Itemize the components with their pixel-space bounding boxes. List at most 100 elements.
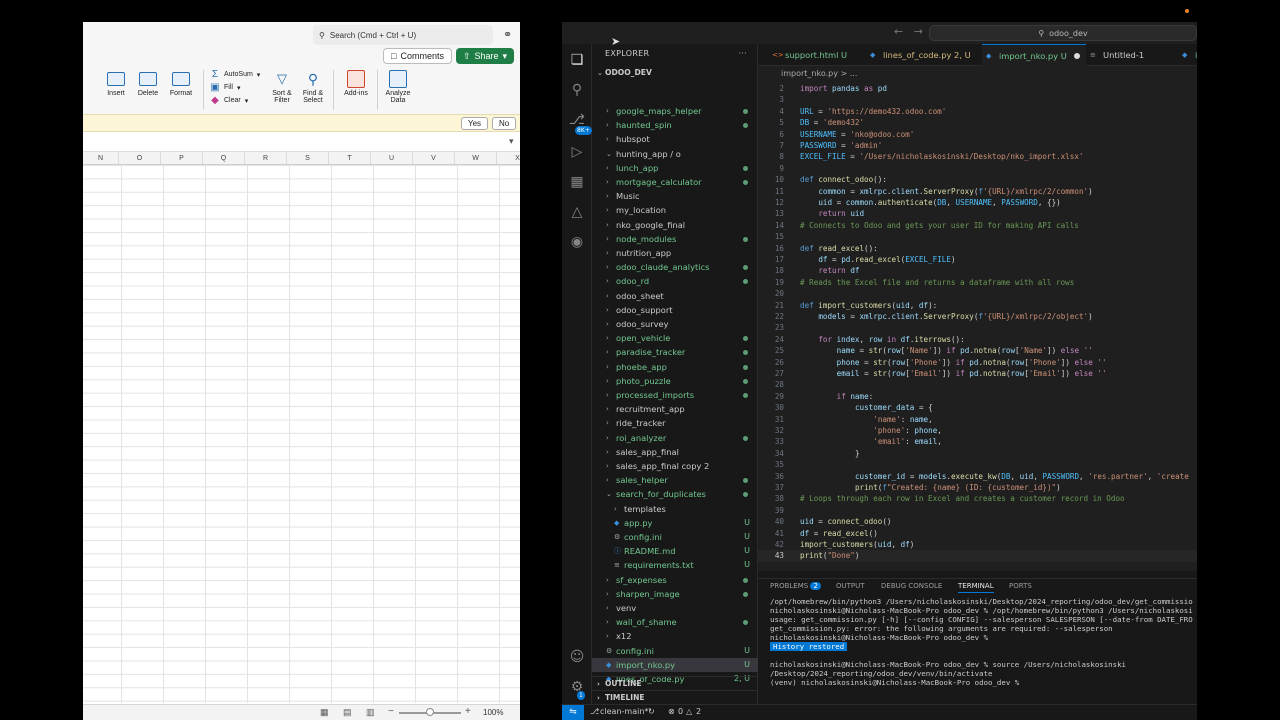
code-line[interactable]: 13 return uid: [758, 208, 1197, 219]
folder-item[interactable]: › mortgage_calculator: [592, 175, 758, 189]
folder-item[interactable]: › processed_imports: [592, 388, 758, 402]
code-line[interactable]: 28: [758, 379, 1197, 390]
sync-icon[interactable]: ↻: [648, 707, 655, 716]
folder-item[interactable]: › hubspot: [592, 132, 758, 146]
code-line[interactable]: 8 EXCEL_FILE = '/Users/nicholaskosinski/D…: [758, 151, 1197, 162]
code-line[interactable]: 17 df = pd.read_excel(EXCEL_FILE): [758, 254, 1197, 265]
column-header[interactable]: W: [455, 152, 497, 164]
extensions-icon[interactable]: ▦: [562, 174, 592, 190]
page-break-view-icon[interactable]: ▥: [366, 707, 375, 718]
zoom-slider-thumb[interactable]: [426, 708, 434, 716]
folder-item[interactable]: › roi_analyzer: [592, 431, 758, 445]
python-icon[interactable]: ◉: [562, 234, 592, 250]
code-line[interactable]: 21 def import_customers(uid, df):: [758, 300, 1197, 311]
code-line[interactable]: 29 if name:: [758, 391, 1197, 402]
code-line[interactable]: 42 import_customers(uid, df): [758, 539, 1197, 550]
timeline-section[interactable]: › TIMELINE: [592, 690, 758, 704]
code-line[interactable]: 11 common = xmlrpc.client.ServerProxy(f'…: [758, 186, 1197, 197]
error-count[interactable]: 0: [678, 707, 683, 716]
column-header[interactable]: S: [287, 152, 329, 164]
code-line[interactable]: 38 # Loops through each row in Excel and …: [758, 493, 1197, 504]
command-center[interactable]: ⚲ odoo_dev: [929, 25, 1197, 41]
folder-item[interactable]: › lunch_app: [592, 161, 758, 175]
folder-item[interactable]: › venv: [592, 601, 758, 615]
file-item[interactable]: ⓘ README.md U: [592, 544, 758, 558]
folder-item[interactable]: › sharpen_image: [592, 587, 758, 601]
folder-item[interactable]: › x12: [592, 629, 758, 643]
code-line[interactable]: 24 for index, row in df.iterrows():: [758, 334, 1197, 345]
terminal[interactable]: /opt/homebrew/bin/python3 /Users/nichola…: [758, 594, 1197, 704]
folder-item[interactable]: › haunted_spin: [592, 118, 758, 132]
yes-button[interactable]: Yes: [461, 117, 489, 130]
column-header[interactable]: U: [371, 152, 413, 164]
folder-item[interactable]: › odoo_survey: [592, 317, 758, 331]
file-item[interactable]: ⚙ config.ini U: [592, 530, 758, 544]
code-line[interactable]: 22 models = xmlrpc.client.ServerProxy(f'…: [758, 311, 1197, 322]
code-line[interactable]: 35: [758, 459, 1197, 470]
code-line[interactable]: 19 # Reads the Excel file and returns a d…: [758, 277, 1197, 288]
tab-problems[interactable]: PROBLEMS 2: [770, 582, 821, 590]
search-icon[interactable]: ⚲: [562, 82, 592, 98]
zoom-slider[interactable]: [399, 708, 461, 716]
tab-ports[interactable]: PORTS: [1009, 582, 1032, 590]
code-line[interactable]: 25 name = str(row['Name']) if pd.notna(r…: [758, 345, 1197, 356]
tab-output[interactable]: OUTPUT: [836, 582, 865, 590]
code-line[interactable]: 23: [758, 322, 1197, 333]
code-line[interactable]: 2 import pandas as pd: [758, 83, 1197, 94]
code-line[interactable]: 14 # Connects to Odoo and gets your user …: [758, 220, 1197, 231]
outline-section[interactable]: › OUTLINE: [592, 676, 758, 690]
breadcrumb[interactable]: import_nko.py > ...: [758, 66, 1197, 81]
delete-cells-button[interactable]: Delete: [133, 68, 163, 97]
zoom-level[interactable]: 100%: [483, 708, 503, 717]
code-line[interactable]: 5 DB = 'demo432': [758, 117, 1197, 128]
insert-cells-button[interactable]: Insert: [101, 68, 131, 97]
folder-item[interactable]: › photo_puzzle: [592, 374, 758, 388]
remote-icon[interactable]: ⇋: [562, 705, 584, 720]
branch-icon[interactable]: ⎇: [590, 707, 599, 716]
tab-editor-file[interactable]: ≡ Untitled-1: [1086, 44, 1178, 66]
tab-terminal[interactable]: TERMINAL: [958, 582, 994, 593]
folder-item[interactable]: › odoo_claude_analytics: [592, 260, 758, 274]
clear-button[interactable]: ◆ Clear ▾: [210, 94, 260, 107]
warning-count[interactable]: 2: [696, 707, 701, 716]
folder-item[interactable]: › nko_google_final: [592, 218, 758, 232]
excel-search-box[interactable]: ⚲ Search (Cmd + Ctrl + U): [313, 25, 493, 45]
fill-button[interactable]: ▣ Fill ▾: [210, 81, 260, 94]
code-line[interactable]: 27 email = str(row['Email']) if pd.notna…: [758, 368, 1197, 379]
tab-debug-console[interactable]: DEBUG CONSOLE: [881, 582, 942, 590]
autosum-button[interactable]: Σ AutoSum ▾: [210, 68, 260, 81]
folder-item[interactable]: › wall_of_shame: [592, 615, 758, 629]
warning-icon[interactable]: △: [686, 707, 692, 716]
code-line[interactable]: 10 def connect_odoo():: [758, 174, 1197, 185]
code-line[interactable]: 15: [758, 231, 1197, 242]
code-line[interactable]: 34 }: [758, 448, 1197, 459]
file-item[interactable]: ⚙ config.ini U: [592, 644, 758, 658]
code-line[interactable]: 4 URL = 'https://demo432.odoo.com': [758, 106, 1197, 117]
column-header[interactable]: P: [161, 152, 203, 164]
sort-filter-button[interactable]: ▽ Sort & Filter: [267, 68, 297, 104]
code-line[interactable]: 20: [758, 288, 1197, 299]
file-item[interactable]: ◆ import_nko.py U: [592, 657, 758, 672]
collaborate-icon[interactable]: ⚭: [503, 28, 512, 41]
column-header[interactable]: Q: [203, 152, 245, 164]
folder-item[interactable]: › odoo_sheet: [592, 289, 758, 303]
formula-bar[interactable]: ▾: [83, 132, 520, 152]
code-line[interactable]: 41 df = read_excel(): [758, 528, 1197, 539]
folder-item[interactable]: › open_vehicle: [592, 331, 758, 345]
root-folder[interactable]: ⌄ ODOO_DEV: [592, 66, 758, 80]
page-layout-view-icon[interactable]: ▤: [343, 707, 352, 718]
analyze-data-button[interactable]: Analyze Data: [381, 68, 415, 104]
folder-item[interactable]: › odoo_rd: [592, 274, 758, 288]
column-header[interactable]: R: [245, 152, 287, 164]
find-select-button[interactable]: ⚲ Find & Select: [298, 68, 328, 105]
code-line[interactable]: 7 PASSWORD = 'admin': [758, 140, 1197, 151]
tab-editor-file[interactable]: ◆ i: [1178, 44, 1197, 66]
code-line[interactable]: 16 def read_excel():: [758, 243, 1197, 254]
file-item[interactable]: ≡ requirements.txt U: [592, 558, 758, 572]
share-button[interactable]: ⇧ Share ▾: [456, 48, 514, 64]
column-header[interactable]: X: [497, 152, 520, 164]
spreadsheet-grid[interactable]: [83, 165, 520, 703]
format-cells-button[interactable]: Format: [165, 68, 197, 97]
folder-item[interactable]: › Music: [592, 189, 758, 203]
folder-item[interactable]: › odoo_support: [592, 303, 758, 317]
